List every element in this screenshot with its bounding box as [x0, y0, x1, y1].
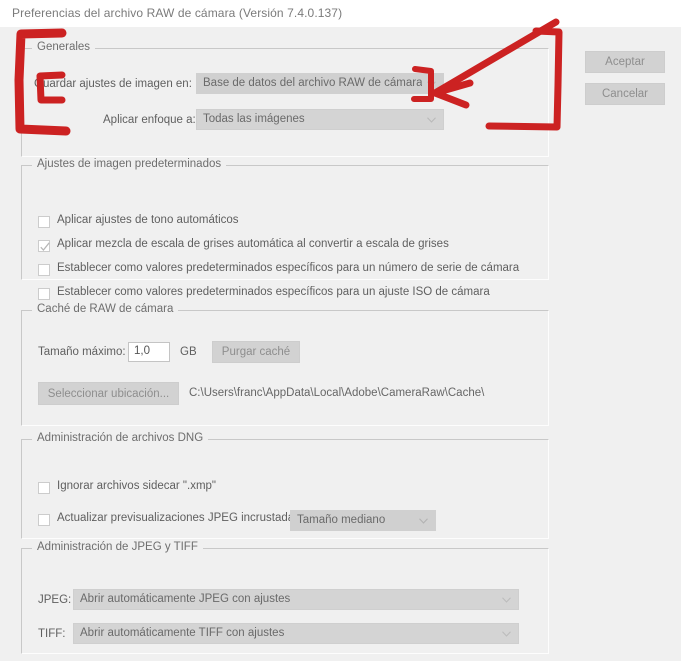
cache-path-text: C:\Users\franc\AppData\Local\Adobe\Camer…: [189, 387, 485, 399]
select-location-button[interactable]: Seleccionar ubicación...: [38, 382, 179, 405]
checkbox-camera-iso-defaults[interactable]: [38, 288, 50, 300]
checkbox-camera-serial-defaults[interactable]: [38, 264, 50, 276]
checkbox-auto-grayscale-mix[interactable]: [38, 240, 50, 252]
jpeg-label: JPEG:: [38, 594, 72, 606]
dialog-body: Generales Guardar ajustes de imagen en: …: [0, 27, 681, 661]
checkbox-auto-grayscale-mix-label: Aplicar mezcla de escala de grises autom…: [57, 238, 449, 250]
group-generales: Generales Guardar ajustes de imagen en: …: [21, 41, 549, 157]
max-size-value: 1,0: [134, 345, 150, 357]
checkbox-ignore-sidecar[interactable]: [38, 482, 50, 494]
max-size-unit: GB: [180, 346, 197, 358]
group-jpeg-tiff: Administración de JPEG y TIFF JPEG: Abri…: [21, 541, 549, 654]
camera-raw-preferences-dialog: Preferencias del archivo RAW de cámara (…: [0, 0, 681, 664]
group-dng-legend: Administración de archivos DNG: [32, 432, 209, 444]
window-title: Preferencias del archivo RAW de cámara (…: [12, 6, 343, 20]
preview-size-value: Tamaño mediano: [297, 514, 386, 526]
group-ajustes-predeterminados: Ajustes de imagen predeterminados Aplica…: [21, 158, 549, 300]
checkbox-camera-serial-defaults-label: Establecer como valores predeterminados …: [57, 262, 520, 274]
tiff-handling-dropdown[interactable]: Abrir automáticamente TIFF con ajustes: [73, 623, 519, 644]
group-dng: Administración de archivos DNG Ignorar a…: [21, 432, 549, 539]
preview-size-dropdown[interactable]: Tamaño mediano: [290, 510, 436, 531]
chevron-down-icon: [502, 631, 511, 637]
group-generales-legend: Generales: [32, 41, 96, 53]
group-jpeg-tiff-legend: Administración de JPEG y TIFF: [32, 541, 203, 553]
cancel-button[interactable]: Cancelar: [585, 83, 665, 105]
jpeg-handling-dropdown[interactable]: Abrir automáticamente JPEG con ajustes: [73, 589, 519, 610]
save-image-settings-dropdown[interactable]: Base de datos del archivo RAW de cámara: [196, 73, 444, 94]
tiff-label: TIFF:: [38, 628, 66, 640]
checkbox-update-previews-label: Actualizar previsualizaciones JPEG incru…: [57, 512, 304, 524]
title-bar: Preferencias del archivo RAW de cámara (…: [0, 0, 681, 27]
group-cache-legend: Caché de RAW de cámara: [32, 303, 179, 315]
checkmark-icon: [40, 242, 50, 251]
max-size-input[interactable]: 1,0: [128, 342, 170, 362]
checkbox-auto-tone-label: Aplicar ajustes de tono automáticos: [57, 214, 239, 226]
save-image-settings-value: Base de datos del archivo RAW de cámara: [203, 77, 423, 89]
chevron-down-icon: [427, 81, 436, 87]
save-image-settings-label: Guardar ajustes de imagen en:: [34, 78, 192, 90]
chevron-down-icon: [419, 518, 428, 524]
apply-sharpening-value: Todas las imágenes: [203, 113, 305, 125]
apply-sharpening-label: Aplicar enfoque a:: [103, 114, 196, 126]
checkbox-update-previews[interactable]: [38, 514, 50, 526]
group-ajustes-predeterminados-legend: Ajustes de imagen predeterminados: [32, 158, 227, 170]
max-size-label: Tamaño máximo:: [38, 346, 126, 358]
chevron-down-icon: [427, 117, 436, 123]
tiff-handling-value: Abrir automáticamente TIFF con ajustes: [80, 627, 285, 639]
group-cache: Caché de RAW de cámara Tamaño máximo: 1,…: [21, 303, 549, 426]
chevron-down-icon: [502, 597, 511, 603]
checkbox-ignore-sidecar-label: Ignorar archivos sidecar ".xmp": [57, 480, 217, 492]
checkbox-camera-iso-defaults-label: Establecer como valores predeterminados …: [57, 286, 490, 298]
purge-cache-button[interactable]: Purgar caché: [212, 341, 300, 363]
checkbox-auto-tone[interactable]: [38, 216, 50, 228]
ok-button[interactable]: Aceptar: [585, 51, 665, 73]
apply-sharpening-dropdown[interactable]: Todas las imágenes: [196, 109, 444, 130]
jpeg-handling-value: Abrir automáticamente JPEG con ajustes: [80, 593, 291, 605]
